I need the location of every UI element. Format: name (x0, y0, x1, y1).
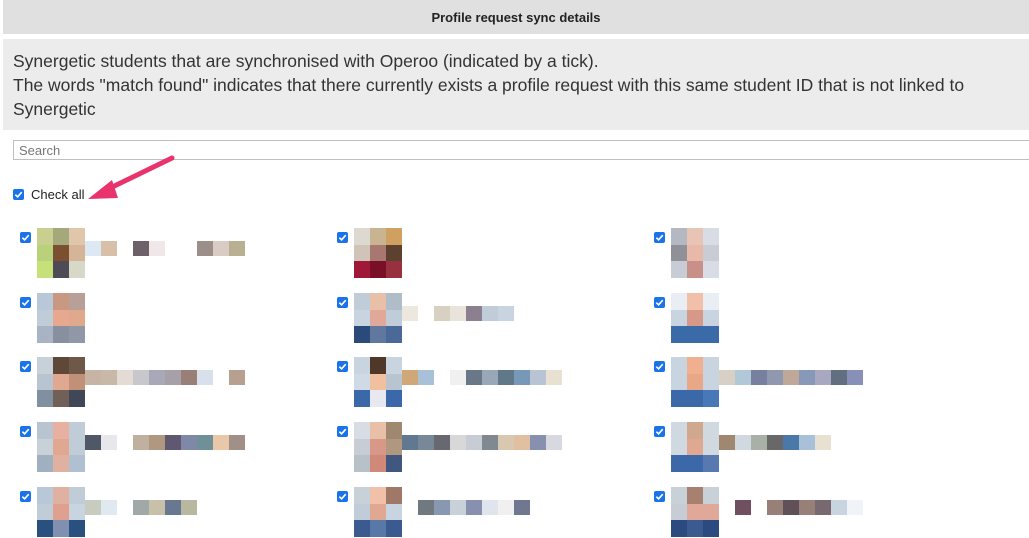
student-photo (37, 422, 85, 472)
student-item[interactable] (20, 487, 197, 537)
checkmark-icon (14, 191, 23, 199)
description-line-2: The words "match found" indicates that t… (13, 75, 965, 119)
checkmark-icon (21, 299, 30, 307)
checkmark-icon (338, 363, 347, 371)
student-checkbox[interactable] (654, 426, 665, 437)
student-name-redacted (85, 241, 245, 256)
student-checkbox[interactable] (337, 426, 348, 437)
student-photo (671, 487, 719, 537)
student-photo (354, 293, 402, 343)
student-item[interactable] (337, 357, 562, 407)
checkmark-icon (338, 428, 347, 436)
student-name-redacted (402, 370, 562, 385)
checkmark-icon (655, 363, 664, 371)
student-item[interactable] (654, 422, 847, 472)
page-title: Profile request sync details (431, 9, 601, 25)
checkmark-icon (21, 234, 30, 242)
checkmark-icon (21, 493, 30, 501)
student-checkbox[interactable] (20, 491, 31, 502)
student-checkbox[interactable] (337, 491, 348, 502)
student-item[interactable] (654, 293, 719, 343)
student-photo (354, 487, 402, 537)
check-all-checkbox[interactable] (13, 189, 24, 200)
student-checkbox[interactable] (20, 426, 31, 437)
student-checkbox[interactable] (654, 232, 665, 243)
student-photo (354, 228, 402, 278)
student-item[interactable] (20, 228, 245, 278)
checkmark-icon (338, 234, 347, 242)
student-photo (671, 357, 719, 407)
checkmark-icon (21, 428, 30, 436)
checkmark-icon (21, 363, 30, 371)
student-item[interactable] (654, 228, 719, 278)
student-photo (671, 422, 719, 472)
checkmark-icon (655, 299, 664, 307)
student-photo (671, 293, 719, 343)
checkmark-icon (655, 493, 664, 501)
student-checkbox[interactable] (337, 232, 348, 243)
student-checkbox[interactable] (20, 232, 31, 243)
student-checkbox[interactable] (337, 297, 348, 308)
student-name-redacted (85, 370, 245, 385)
student-item[interactable] (654, 357, 863, 407)
student-checkbox[interactable] (654, 297, 665, 308)
student-checkbox[interactable] (654, 361, 665, 372)
student-name-redacted (719, 435, 847, 450)
student-photo (671, 228, 719, 278)
checkmark-icon (338, 493, 347, 501)
student-name-redacted (402, 500, 530, 515)
student-item[interactable] (337, 422, 562, 472)
student-checkbox[interactable] (20, 297, 31, 308)
checkmark-icon (655, 428, 664, 436)
checkmark-icon (655, 234, 664, 242)
student-photo (354, 422, 402, 472)
student-item[interactable] (20, 357, 245, 407)
student-item[interactable] (337, 487, 530, 537)
student-name-redacted (402, 306, 514, 321)
student-checkbox[interactable] (20, 361, 31, 372)
student-item[interactable] (654, 487, 863, 537)
description-panel: Synergetic students that are synchronise… (3, 39, 1029, 130)
student-photo (37, 293, 85, 343)
student-checkbox[interactable] (654, 491, 665, 502)
student-item[interactable] (337, 228, 402, 278)
pointer-arrow-icon (88, 155, 175, 199)
student-photo (37, 357, 85, 407)
student-name-redacted (402, 435, 562, 450)
student-name-redacted (85, 435, 245, 450)
check-all-label: Check all (31, 187, 85, 202)
student-name-redacted (85, 500, 197, 515)
student-name-redacted (719, 370, 863, 385)
student-photo (37, 487, 85, 537)
student-item[interactable] (337, 293, 514, 343)
check-all[interactable]: Check all (13, 187, 84, 202)
description-line-1: Synergetic students that are synchronise… (13, 51, 599, 71)
student-name-redacted (719, 500, 863, 515)
student-checkbox[interactable] (337, 361, 348, 372)
checkmark-icon (338, 299, 347, 307)
page-header: Profile request sync details (3, 0, 1029, 34)
student-item[interactable] (20, 293, 85, 343)
student-photo (37, 228, 85, 278)
student-item[interactable] (20, 422, 245, 472)
student-photo (354, 357, 402, 407)
